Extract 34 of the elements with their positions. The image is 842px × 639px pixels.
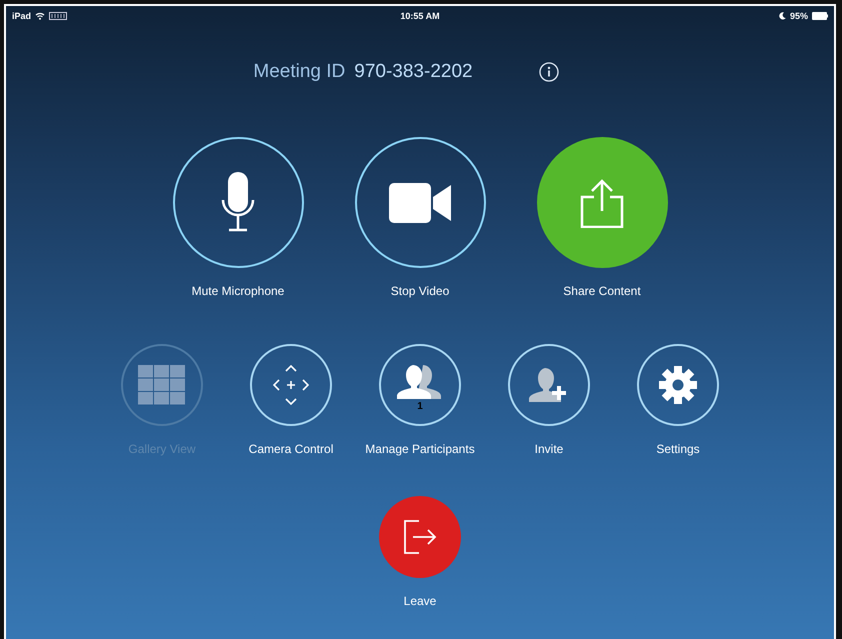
vpn-icon	[49, 12, 68, 20]
add-person-icon	[529, 368, 569, 402]
direction-pad-icon	[273, 365, 309, 405]
meeting-id-label: Meeting ID	[253, 61, 346, 83]
battery-icon	[812, 12, 828, 20]
participant-count: 1	[417, 400, 423, 412]
microphone-icon	[220, 172, 256, 234]
camera-button[interactable]	[250, 344, 332, 426]
device-name: iPad	[12, 11, 32, 21]
invite-button[interactable]	[508, 344, 590, 426]
settings-button[interactable]	[637, 344, 719, 426]
video-button[interactable]	[354, 137, 486, 268]
action-label: Manage Participants	[365, 442, 475, 456]
settings-icon	[659, 366, 697, 404]
video-camera-icon	[389, 182, 451, 222]
action-label: Share Content	[563, 284, 641, 298]
people-icon	[397, 364, 443, 398]
wifi-icon	[35, 12, 46, 20]
exit-icon	[403, 520, 437, 554]
action-label: Mute Microphone	[192, 284, 284, 298]
clock: 10:55 AM	[400, 11, 440, 21]
action-label: Invite	[534, 442, 564, 456]
grid-icon	[138, 365, 186, 405]
action-label: Settings	[656, 442, 700, 456]
share-icon	[580, 178, 624, 228]
info-icon[interactable]	[538, 62, 559, 82]
moon-icon	[778, 12, 786, 20]
microphone-button[interactable]	[172, 137, 304, 268]
battery-percentage: 95%	[790, 11, 808, 21]
participants-button[interactable]: 1	[379, 344, 461, 426]
action-label: Leave	[404, 594, 436, 608]
meeting-id: 970-383-2202	[354, 61, 473, 83]
action-label: Stop Video	[390, 284, 450, 298]
action-label: Camera Control	[248, 442, 334, 456]
